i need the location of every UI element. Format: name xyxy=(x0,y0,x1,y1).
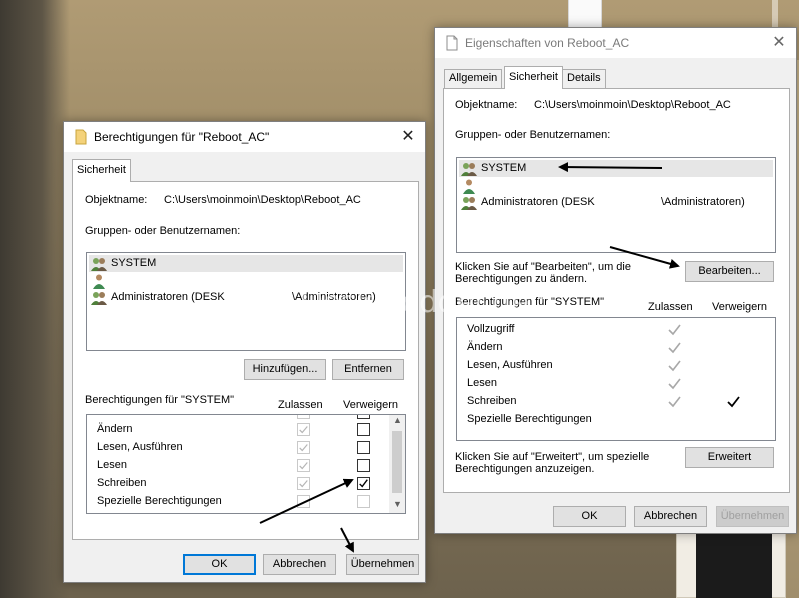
allow-checkbox xyxy=(297,477,310,490)
permission-row: Lesen, Ausführen xyxy=(467,359,553,371)
remove-button[interactable]: Entfernen xyxy=(332,359,404,380)
document-icon xyxy=(75,129,87,145)
allow-checkbox xyxy=(297,441,310,454)
apply-button[interactable]: Übernehmen xyxy=(346,554,419,575)
titlebar[interactable]: Eigenschaften von Reboot_AC ✕ xyxy=(435,28,796,58)
permission-row: Lesen xyxy=(97,459,127,471)
permission-row: Spezielle Berechtigungen xyxy=(467,413,592,425)
properties-window: Eigenschaften von Reboot_AC ✕ Allgemein … xyxy=(434,27,797,534)
advanced-hint-line2: Berechtigungen anzuzeigen. xyxy=(455,463,595,475)
list-item[interactable]: Administratoren (DESK \Administratoren) xyxy=(459,194,773,211)
deny-checkbox[interactable] xyxy=(357,414,370,419)
deny-checkbox[interactable] xyxy=(357,423,370,436)
groups-label: Gruppen- oder Benutzernamen: xyxy=(455,129,611,141)
allow-checkbox xyxy=(297,459,310,472)
tab-allgemein[interactable]: Allgemein xyxy=(444,69,503,88)
desktop-file-icon[interactable] xyxy=(568,0,602,28)
titlebar[interactable]: Berechtigungen für "Reboot_AC" ✕ xyxy=(64,122,425,152)
allow-check-icon xyxy=(668,360,681,372)
permission-row: Schreiben xyxy=(467,395,517,407)
permission-row: Spezielle Berechtigungen xyxy=(97,495,222,507)
list-item-label: Administratoren (DESK xyxy=(111,291,225,303)
permissions-label: Berechtigungen für "SYSTEM" xyxy=(85,394,235,406)
apply-button[interactable]: Übernehmen xyxy=(716,506,789,527)
tab-details[interactable]: Details xyxy=(562,69,606,88)
deny-checkbox[interactable] xyxy=(357,459,370,472)
tab-sicherheit[interactable]: Sicherheit xyxy=(504,66,563,89)
add-button[interactable]: Hinzufügen... xyxy=(244,359,326,380)
advanced-button[interactable]: Erweitert xyxy=(685,447,774,468)
scroll-up-icon[interactable]: ▲ xyxy=(393,415,402,425)
security-panel: Objektname: C:\Users\moinmoin\Desktop\Re… xyxy=(72,181,419,540)
bg-frame-inner xyxy=(696,534,772,598)
tab-strip: Allgemein Sicherheit Details xyxy=(441,66,790,89)
permissions-list[interactable]: Ändern Lesen, Ausführen Lesen Schreiben … xyxy=(86,414,406,514)
close-icon[interactable]: ✕ xyxy=(762,28,796,58)
ok-button[interactable]: OK xyxy=(553,506,626,527)
allow-checkbox xyxy=(297,415,310,419)
list-item[interactable]: SYSTEM xyxy=(89,255,403,272)
object-label: Objektname: xyxy=(455,99,518,111)
permission-row: Ändern xyxy=(97,423,133,435)
list-item-label: SYSTEM xyxy=(481,162,527,174)
permissions-list[interactable]: Vollzugriff Ändern Lesen, Ausführen Lese… xyxy=(456,317,776,441)
edit-button[interactable]: Bearbeiten... xyxy=(685,261,774,282)
ok-button[interactable]: OK xyxy=(183,554,256,575)
allow-check-icon xyxy=(668,324,681,336)
tab-strip: Sicherheit xyxy=(70,159,419,182)
object-value: C:\Users\moinmoin\Desktop\Reboot_AC xyxy=(164,194,361,206)
group-users-icon xyxy=(91,258,107,271)
document-icon xyxy=(446,35,458,51)
permissions-scrollbar[interactable]: ▲ ▼ xyxy=(389,415,405,513)
deny-check-icon xyxy=(727,396,740,408)
list-item[interactable] xyxy=(459,177,773,194)
list-item-suffix: \Administratoren) xyxy=(661,196,745,208)
tab-sicherheit[interactable]: Sicherheit xyxy=(72,159,131,182)
cancel-button[interactable]: Abbrechen xyxy=(634,506,707,527)
permission-row: Vollzugriff xyxy=(467,323,515,335)
permissions-window: Berechtigungen für "Reboot_AC" ✕ Sicherh… xyxy=(63,121,426,583)
allow-checkbox xyxy=(297,495,310,508)
deny-checkbox-schreiben[interactable] xyxy=(357,477,370,490)
group-users-icon xyxy=(461,197,477,210)
groups-label: Gruppen- oder Benutzernamen: xyxy=(85,225,241,237)
group-users-icon xyxy=(91,292,107,305)
allow-check-icon xyxy=(668,378,681,390)
list-item[interactable]: SYSTEM xyxy=(459,160,773,177)
allow-check-icon xyxy=(668,396,681,408)
permission-row: Schreiben xyxy=(97,477,147,489)
window-title: Eigenschaften von Reboot_AC xyxy=(465,36,630,50)
close-icon[interactable]: ✕ xyxy=(391,122,425,152)
edit-hint-line1: Klicken Sie auf "Bearbeiten", um die xyxy=(455,261,631,273)
allow-checkbox xyxy=(297,423,310,436)
dark-shade xyxy=(0,0,70,598)
users-listbox[interactable]: SYSTEM Administratoren (DESK \Administra… xyxy=(456,157,776,253)
object-value: C:\Users\moinmoin\Desktop\Reboot_AC xyxy=(534,99,731,111)
scroll-down-icon[interactable]: ▼ xyxy=(393,499,402,509)
list-item-label: SYSTEM xyxy=(111,257,157,269)
permission-row: Ändern xyxy=(467,341,503,353)
allow-header: Zulassen xyxy=(278,399,323,411)
deny-checkbox xyxy=(357,495,370,508)
watermark-text: Deskmodder.de xyxy=(300,285,529,320)
object-label: Objektname: xyxy=(85,194,148,206)
advanced-hint-line1: Klicken Sie auf "Erweitert", um speziell… xyxy=(455,451,650,463)
permission-row: Lesen xyxy=(467,377,497,389)
scroll-thumb[interactable] xyxy=(392,431,402,493)
group-users-icon xyxy=(461,163,477,176)
window-title: Berechtigungen für "Reboot_AC" xyxy=(94,130,270,144)
deny-checkbox[interactable] xyxy=(357,441,370,454)
allow-header: Zulassen xyxy=(648,301,693,313)
list-item-label: Administratoren (DESK xyxy=(481,196,595,208)
deny-header: Verweigern xyxy=(712,301,768,313)
allow-check-icon xyxy=(668,342,681,354)
deny-header: Verweigern xyxy=(343,399,399,411)
user-icon xyxy=(93,274,105,289)
permission-row: Lesen, Ausführen xyxy=(97,441,183,453)
user-icon xyxy=(463,179,475,194)
edit-hint-line2: Berechtigungen zu ändern. xyxy=(455,273,588,285)
cancel-button[interactable]: Abbrechen xyxy=(263,554,336,575)
